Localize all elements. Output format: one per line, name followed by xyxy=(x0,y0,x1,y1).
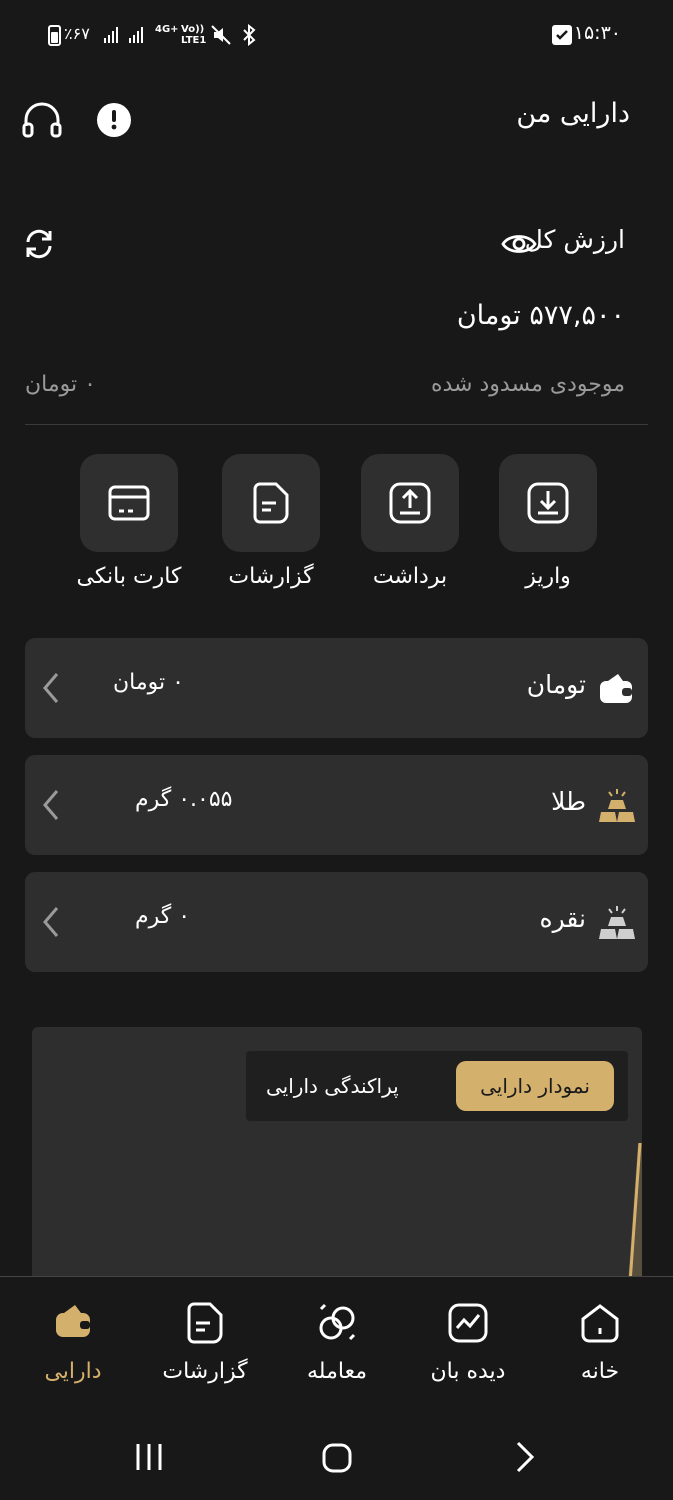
wallet-icon xyxy=(51,1301,95,1345)
nav-label: معامله xyxy=(307,1359,367,1384)
reports-button[interactable]: گزارشات xyxy=(211,454,331,589)
chevron-left-icon xyxy=(39,787,63,827)
gold-bars-icon xyxy=(598,788,635,822)
blocked-balance-value: ۰ تومان xyxy=(25,372,96,397)
recent-apps-icon[interactable] xyxy=(134,1440,164,1478)
asset-name: طلا xyxy=(551,787,586,816)
bluetooth-icon xyxy=(239,23,259,50)
asset-row-toman[interactable]: تومان ۰ تومان xyxy=(25,638,648,738)
total-value-label: ارزش کل xyxy=(524,225,625,254)
withdraw-label: برداشت xyxy=(372,564,448,589)
asset-name: نقره xyxy=(539,904,587,933)
asset-row-gold[interactable]: طلا ۰.۰۵۵ گرم xyxy=(25,755,648,855)
network-type: 4G+ xyxy=(155,24,179,35)
silver-bars-icon xyxy=(598,905,635,939)
blocked-balance-label: موجودی مسدود شده xyxy=(430,372,625,397)
signal-icon xyxy=(128,26,148,48)
nav-label: دارایی xyxy=(44,1359,102,1384)
info-alert-icon[interactable] xyxy=(94,98,138,142)
watchlist-icon xyxy=(446,1301,490,1345)
wallet-icon xyxy=(598,671,634,705)
mute-icon xyxy=(210,24,232,50)
deposit-icon xyxy=(499,454,597,552)
asset-value: ۰.۰۵۵ گرم xyxy=(135,787,233,812)
page-title: دارایی من xyxy=(516,98,630,129)
deposit-button[interactable]: واریز xyxy=(488,454,608,589)
clock: ۱۵:۳۰ xyxy=(573,22,621,44)
withdraw-icon xyxy=(361,454,459,552)
asset-row-silver[interactable]: نقره ۰ گرم xyxy=(25,872,648,972)
home-button-icon[interactable] xyxy=(321,1440,353,1478)
total-value-amount: ۵۷۷,۵۰۰ تومان xyxy=(456,300,625,331)
deposit-label: واریز xyxy=(525,564,571,589)
back-icon[interactable] xyxy=(512,1440,538,1478)
chevron-left-icon xyxy=(39,904,63,944)
tab-asset-distribution[interactable]: پراکندگی دارایی xyxy=(266,1061,399,1111)
nav-item-watchlist[interactable]: دیده بان xyxy=(403,1301,533,1384)
trade-icon xyxy=(315,1301,359,1345)
asset-chart-card: نمودار دارایی پراکندگی دارایی xyxy=(32,1027,642,1287)
signal-icon xyxy=(103,26,123,48)
card-icon xyxy=(80,454,178,552)
checkbox-notification-icon xyxy=(552,25,572,45)
headset-support-icon[interactable] xyxy=(20,98,64,142)
chart-series-line xyxy=(628,1142,642,1287)
asset-value: ۰ گرم xyxy=(135,904,191,929)
nav-item-assets[interactable]: دارایی xyxy=(8,1301,138,1384)
status-bar: ٪۶۷ 4G+ Vo)) LTE1 ۱۵:۳۰ xyxy=(0,0,673,72)
battery-percent: ٪۶۷ xyxy=(64,24,90,43)
divider xyxy=(25,424,648,425)
nav-item-home[interactable]: خانه xyxy=(535,1301,665,1384)
nav-item-trade[interactable]: معامله xyxy=(272,1301,402,1384)
asset-value: ۰ تومان xyxy=(113,670,184,695)
chart-tab-switcher: نمودار دارایی پراکندگی دارایی xyxy=(246,1051,628,1121)
home-icon xyxy=(578,1301,622,1345)
nav-label: گزارشات xyxy=(162,1359,248,1384)
bank-card-label: کارت بانکی xyxy=(76,564,182,589)
withdraw-button[interactable]: برداشت xyxy=(350,454,470,589)
bank-card-button[interactable]: کارت بانکی xyxy=(69,454,189,589)
asset-name: تومان xyxy=(526,670,586,699)
volte-indicator: Vo)) LTE1 xyxy=(181,24,207,46)
refresh-icon[interactable] xyxy=(23,226,55,266)
tab-asset-chart[interactable]: نمودار دارایی xyxy=(456,1061,614,1111)
report-icon xyxy=(183,1301,227,1345)
nav-label: دیده بان xyxy=(430,1359,506,1384)
reports-label: گزارشات xyxy=(228,564,314,589)
battery-icon xyxy=(48,25,61,46)
chevron-left-icon xyxy=(39,670,63,710)
nav-item-reports[interactable]: گزارشات xyxy=(140,1301,270,1384)
nav-label: خانه xyxy=(580,1359,620,1384)
report-icon xyxy=(222,454,320,552)
